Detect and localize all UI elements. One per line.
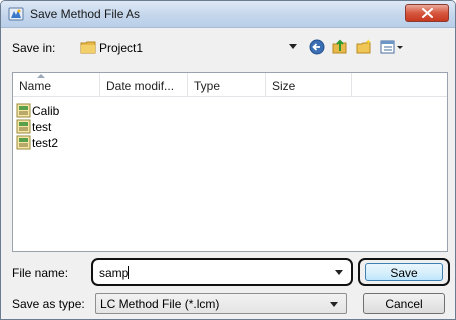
- list-item[interactable]: test: [16, 119, 136, 135]
- text-caret: [128, 266, 130, 279]
- up-folder-icon[interactable]: [331, 38, 349, 56]
- list-item[interactable]: test2: [16, 135, 136, 151]
- column-header-type[interactable]: Type: [188, 73, 266, 97]
- window-title: Save Method File As: [30, 7, 141, 21]
- chevron-down-icon[interactable]: [330, 302, 338, 307]
- file-name-label: test: [32, 120, 52, 134]
- file-name-label: Calib: [32, 104, 60, 118]
- close-button[interactable]: [405, 4, 449, 22]
- save-in-label: Save in:: [12, 41, 56, 55]
- save-method-dialog: Save Method File As Save in: Project1 Na…: [0, 0, 456, 320]
- save-as-type-dropdown[interactable]: LC Method File (*.lcm): [95, 293, 347, 314]
- current-folder-name: Project1: [99, 41, 144, 55]
- sort-ascending-icon: [37, 74, 45, 78]
- folder-icon: [80, 39, 96, 58]
- save-in-dropdown[interactable]: Project1: [78, 36, 303, 58]
- save-button[interactable]: Save: [365, 263, 443, 281]
- new-folder-icon[interactable]: [355, 38, 373, 56]
- chevron-down-icon[interactable]: [289, 44, 297, 49]
- file-name-input[interactable]: samp: [91, 258, 353, 286]
- cancel-button[interactable]: Cancel: [363, 293, 445, 314]
- column-label-size: Size: [272, 79, 296, 93]
- close-icon: [422, 8, 433, 18]
- save-in-row: Save in: Project1: [1, 36, 455, 58]
- save-button-highlight: Save: [358, 258, 450, 286]
- column-header-date[interactable]: Date modif...: [100, 73, 188, 97]
- chevron-down-icon[interactable]: [335, 270, 343, 275]
- file-list-view[interactable]: Name Date modif... Type Size Calib test …: [12, 72, 448, 252]
- method-file-icon: [16, 135, 31, 153]
- list-item[interactable]: Calib: [16, 103, 136, 119]
- title-bar[interactable]: Save Method File As: [1, 1, 455, 28]
- column-label-type: Type: [194, 79, 221, 93]
- file-name-value: samp: [99, 266, 129, 280]
- app-icon: [8, 6, 24, 22]
- file-name-label-text: File name:: [12, 266, 69, 280]
- save-as-type-label: Save as type:: [12, 297, 85, 311]
- column-label-name: Name: [19, 79, 52, 93]
- file-name-label: test2: [32, 136, 59, 150]
- view-menu-icon[interactable]: [379, 38, 405, 56]
- column-header-row: Name Date modif... Type Size: [13, 73, 447, 97]
- column-header-name[interactable]: Name: [13, 73, 100, 97]
- column-label-date: Date modif...: [106, 79, 175, 93]
- back-arrow-icon[interactable]: [308, 38, 326, 56]
- save-as-type-value: LC Method File (*.lcm): [100, 297, 220, 311]
- column-header-size[interactable]: Size: [266, 73, 352, 97]
